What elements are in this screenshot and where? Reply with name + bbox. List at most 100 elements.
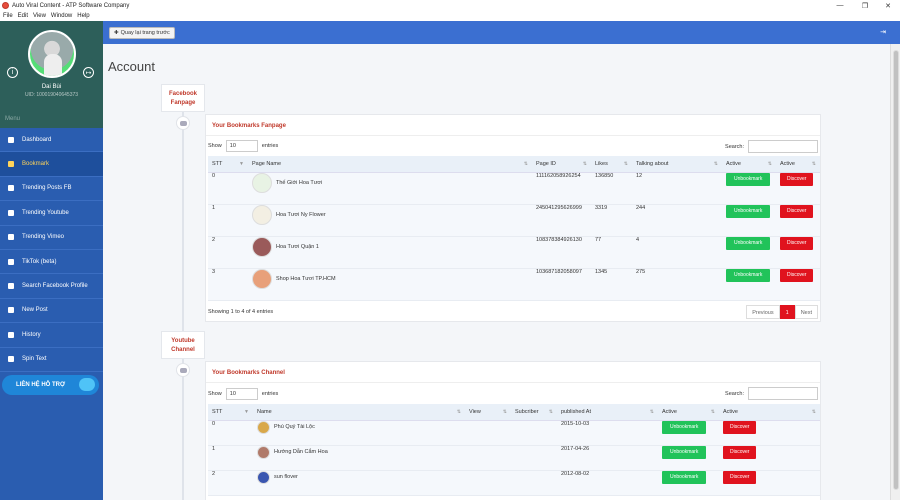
divider: [206, 135, 820, 136]
sidebar-item-tiktok[interactable]: TikTok (beta): [0, 250, 103, 275]
close-icon[interactable]: ✕: [876, 0, 900, 11]
column-header[interactable]: Active ⇅: [722, 156, 776, 173]
column-header[interactable]: Name ⇅: [253, 404, 465, 421]
avatar: [28, 30, 76, 78]
page-name[interactable]: Hoa Tươi Ny Flower: [276, 212, 326, 218]
search-input[interactable]: [748, 140, 818, 153]
column-header[interactable]: View ⇅: [465, 404, 511, 421]
unbookmark-button[interactable]: Unbookmark: [662, 420, 707, 434]
next-button[interactable]: Next: [794, 305, 818, 319]
previous-button[interactable]: Previous: [746, 305, 780, 319]
unbookmark-button[interactable]: Unbookmark: [726, 268, 771, 282]
table-info: Showing 1 to 4 of 4 entries: [208, 309, 274, 315]
tiktok-icon: [8, 258, 14, 265]
contact-support-button[interactable]: LIÊN HỆ HỖ TRỢ: [2, 375, 99, 395]
unbookmark-cell: Unbookmark: [722, 172, 776, 205]
unbookmark-button[interactable]: Unbookmark: [726, 204, 771, 218]
discover-button[interactable]: Discover: [723, 470, 757, 484]
menu-window[interactable]: Window: [51, 13, 72, 19]
sidebar-item-trending-youtube[interactable]: Trending Youtube: [0, 201, 103, 226]
page-id-cell: 111162058926254: [532, 172, 591, 205]
menu-edit[interactable]: Edit: [18, 13, 28, 19]
fanpage-panel: Your Bookmarks Fanpage Show 10 entries S…: [205, 114, 821, 322]
column-header[interactable]: published At ⇅: [557, 404, 658, 421]
unbookmark-cell: Unbookmark: [658, 445, 719, 471]
discover-button[interactable]: Discover: [780, 204, 814, 218]
discover-cell: Discover: [776, 204, 820, 237]
sort-icon: ⇅: [523, 161, 528, 167]
sort-icon: ⇅: [548, 409, 553, 415]
sidebar-item-dashboard[interactable]: Dashboard: [0, 128, 103, 153]
discover-button[interactable]: Discover: [780, 268, 814, 282]
talking-cell: 12: [632, 172, 722, 205]
sidebar-item-trending-posts-fb[interactable]: Trending Posts FB: [0, 177, 103, 202]
discover-button[interactable]: Discover: [723, 445, 757, 459]
logout-icon[interactable]: ↦: [83, 67, 94, 78]
sidebar-item-bookmark[interactable]: Bookmark: [0, 152, 103, 177]
expand-icon[interactable]: ⇥: [880, 28, 886, 36]
window-title: Auto Viral Content - ATP Software Compan…: [12, 2, 130, 9]
unbookmark-button[interactable]: Unbookmark: [662, 470, 707, 484]
page-name[interactable]: Thế Giới Hoa Tươi: [276, 180, 322, 186]
tag-line: Channel: [171, 347, 195, 353]
column-header[interactable]: Subcriber ⇅: [511, 404, 557, 421]
column-header[interactable]: Active ⇅: [719, 404, 820, 421]
search-control: Search:: [725, 140, 818, 153]
channel-name[interactable]: Phú Quý Tài Lộc: [274, 424, 315, 430]
column-header[interactable]: Likes ⇅: [591, 156, 632, 173]
column-header[interactable]: STT ▼: [208, 404, 253, 421]
discover-button[interactable]: Discover: [780, 236, 814, 250]
minimize-icon[interactable]: —: [828, 0, 852, 11]
unbookmark-button[interactable]: Unbookmark: [726, 236, 771, 250]
spin-icon: [8, 356, 14, 363]
unbookmark-button[interactable]: Unbookmark: [726, 172, 771, 186]
sidebar-item-new-post[interactable]: New Post: [0, 299, 103, 324]
search-input[interactable]: [748, 387, 818, 400]
app-icon: [2, 2, 9, 9]
menu-help[interactable]: Help: [77, 13, 89, 19]
maximize-icon[interactable]: ❐: [853, 0, 877, 11]
column-header[interactable]: Active ⇅: [658, 404, 719, 421]
page-1-button[interactable]: 1: [779, 305, 795, 319]
vertical-scrollbar[interactable]: [890, 44, 900, 500]
column-header[interactable]: Talking about ⇅: [632, 156, 722, 173]
channel-name[interactable]: Hướng Dẫn Cắm Hoa: [274, 449, 328, 455]
subscriber-cell: [511, 470, 557, 496]
discover-button[interactable]: Discover: [780, 172, 814, 186]
back-arrow-icon: ✚: [114, 30, 119, 36]
sidebar-item-search-facebook-profile[interactable]: Search Facebook Profile: [0, 274, 103, 299]
show-label: Show: [208, 391, 222, 397]
column-header[interactable]: Page Name ⇅: [248, 156, 532, 173]
column-header[interactable]: STT ▼: [208, 156, 248, 173]
discover-cell: Discover: [776, 236, 820, 269]
entries-select[interactable]: 10: [225, 388, 258, 400]
unbookmark-button[interactable]: Unbookmark: [662, 445, 707, 459]
page-id-cell: 108378384926130: [532, 236, 591, 269]
discover-cell: Discover: [776, 172, 820, 205]
sidebar-item-label: Dashboard: [22, 136, 52, 143]
scrollbar-thumb[interactable]: [893, 50, 899, 490]
sidebar-item-history[interactable]: History: [0, 323, 103, 348]
profile-uid: UID: 100019040645373: [24, 92, 79, 98]
column-header[interactable]: Active ⇅: [776, 156, 820, 173]
sidebar-item-trending-vimeo[interactable]: Trending Vimeo: [0, 226, 103, 250]
sidebar-item-label: Search Facebook Profile: [22, 283, 88, 290]
discover-button[interactable]: Discover: [723, 420, 757, 434]
menu-view[interactable]: View: [33, 13, 46, 19]
likes-cell: 1345: [591, 268, 632, 301]
page-avatar: [252, 236, 272, 257]
sidebar-item-spin-text[interactable]: Spin Text: [0, 348, 103, 372]
talking-cell: 244: [632, 204, 722, 237]
sidebar-item-label: Trending Vimeo: [22, 234, 65, 241]
facebook-icon: [8, 185, 14, 192]
info-icon[interactable]: i: [7, 67, 18, 78]
channel-name[interactable]: sun flover: [274, 474, 298, 480]
sidebar-item-label: History: [22, 331, 41, 338]
page-name[interactable]: Shop Hoa Tươi TP.HCM: [276, 276, 336, 282]
table-row: 0 Thế Giới Hoa Tươi 111162058926254 1368…: [208, 172, 820, 205]
menu-file[interactable]: File: [3, 13, 13, 19]
page-name[interactable]: Hoa Tươi Quận 1: [276, 244, 319, 250]
entries-select[interactable]: 10: [225, 140, 258, 152]
back-button[interactable]: ✚ Quay lại trang trước: [109, 27, 175, 39]
column-header[interactable]: Page ID ⇅: [532, 156, 591, 173]
